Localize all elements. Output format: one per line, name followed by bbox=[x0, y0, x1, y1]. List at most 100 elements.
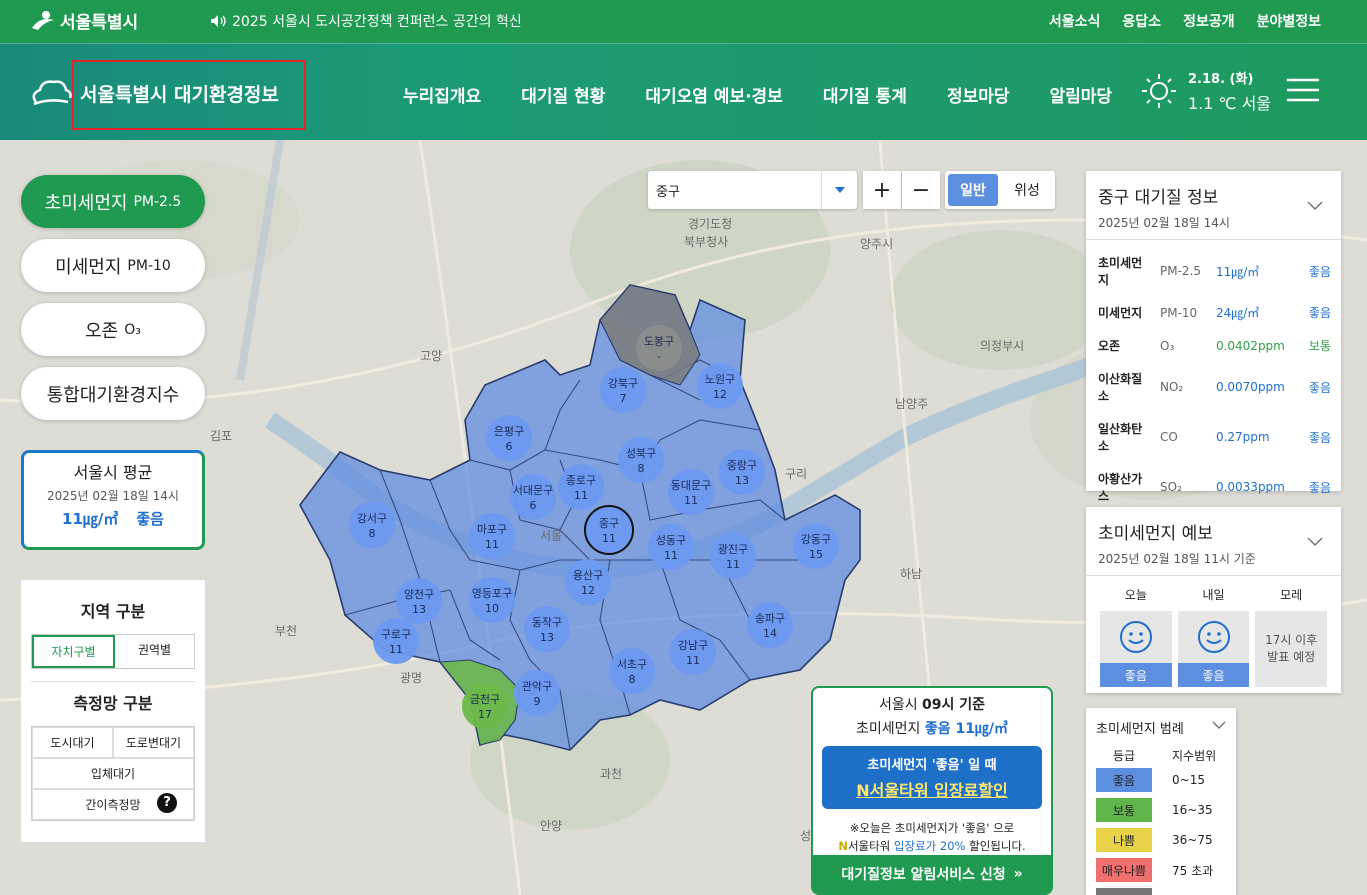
pm25-label: 초미세먼지 bbox=[44, 192, 128, 214]
district-value: 11 bbox=[686, 654, 700, 667]
district-marker[interactable] bbox=[710, 533, 756, 579]
legend-col-grade: 등급 bbox=[1112, 748, 1136, 763]
help-icon[interactable]: ? bbox=[157, 793, 177, 813]
nav-forecast-alert[interactable]: 대기오염 예보·경보 bbox=[645, 82, 783, 107]
district-marker[interactable] bbox=[469, 577, 515, 623]
district-marker[interactable] bbox=[618, 437, 664, 483]
district-marker[interactable] bbox=[558, 464, 604, 510]
promo-banner[interactable]: 초미세먼지 '좋음' 일 때 N서울타워 입장료할인 bbox=[822, 746, 1042, 809]
notice-text: 2025 서울시 도시공간정책 컨퍼런스 공간의 혁신 bbox=[232, 14, 522, 30]
link-response[interactable]: 응답소 bbox=[1122, 11, 1161, 31]
promo-line2-b: 좋음 11㎍/㎥ bbox=[924, 721, 1009, 737]
district-value: 11 bbox=[664, 549, 678, 562]
district-name: 광진구 bbox=[718, 543, 748, 556]
promo-note1: ※오늘은 초미세먼지가 '좋음' 으로 bbox=[849, 821, 1015, 835]
nav-statistics[interactable]: 대기질 통계 bbox=[823, 82, 907, 107]
info-pollutant-value: 0.0402ppm bbox=[1215, 338, 1285, 353]
pm10-button[interactable]: 미세먼지 PM-10 bbox=[21, 239, 205, 292]
pm10-sub: PM-10 bbox=[127, 257, 171, 274]
district-marker[interactable] bbox=[510, 474, 556, 520]
district-marker[interactable] bbox=[670, 629, 716, 675]
district-marker[interactable] bbox=[469, 513, 515, 559]
zoom-in-button[interactable]: + bbox=[863, 171, 901, 209]
district-marker[interactable] bbox=[584, 505, 634, 555]
district-value: 11 bbox=[389, 643, 403, 656]
chevron-down-icon[interactable] bbox=[821, 171, 857, 209]
district-marker[interactable] bbox=[600, 367, 646, 413]
nav-notice[interactable]: 알림마당 bbox=[1050, 82, 1113, 107]
district-name: 성북구 bbox=[626, 447, 656, 460]
legend-panel: 초미세먼지 범례 등급 지수범위 좋음 0~15 보통 16~35 나쁨 36~75 매우나쁨… bbox=[1086, 708, 1236, 895]
info-pollutant-value: 0.0070ppm bbox=[1215, 380, 1285, 394]
district-marker[interactable] bbox=[396, 578, 442, 624]
map-area[interactable]: 경기도청 북부청사 양주시 의정부시 서울 구리 남양주 하남 광명 과천 안양… bbox=[0, 140, 1367, 895]
legend-swatch: 점검중 bbox=[1096, 888, 1152, 895]
district-marker[interactable] bbox=[349, 502, 395, 548]
map-type-satellite[interactable]: 위성 bbox=[1002, 174, 1052, 206]
district-value: 13 bbox=[735, 474, 749, 487]
legend-grade: 좋음 bbox=[1112, 773, 1136, 788]
district-marker[interactable] bbox=[373, 618, 419, 664]
info-row: 아황산가스 SO₂ 0.0033ppm 좋음 bbox=[1086, 462, 1341, 512]
district-marker[interactable] bbox=[524, 606, 570, 652]
district-marker[interactable] bbox=[514, 670, 560, 716]
legend-range: 0~15 bbox=[1172, 773, 1205, 787]
chevron-down-icon[interactable] bbox=[1212, 718, 1226, 737]
ozone-button[interactable]: 오존 O₃ bbox=[21, 303, 205, 356]
chevron-down-icon[interactable] bbox=[1307, 195, 1323, 214]
top-bar: 서울특별시 2025 서울시 도시공간정책 컨퍼런스 공간의 혁신 서울소식 응… bbox=[0, 0, 1367, 43]
avg-value: 11㎍/㎥ bbox=[62, 510, 119, 528]
pm25-button[interactable]: 초미세먼지 PM-2.5 bbox=[21, 175, 205, 228]
weather-widget: 2.18. (화) 1.1 ℃ 서울 bbox=[1140, 68, 1271, 114]
info-pollutant-grade: 좋음 bbox=[1308, 306, 1331, 320]
district-marker[interactable] bbox=[668, 469, 714, 515]
district-marker[interactable] bbox=[565, 559, 611, 605]
district-marker[interactable] bbox=[609, 648, 655, 694]
district-marker[interactable] bbox=[462, 683, 508, 729]
district-marker[interactable] bbox=[719, 449, 765, 495]
place-label: 하남 bbox=[900, 567, 922, 581]
info-title: 중구 대기질 정보 bbox=[1098, 188, 1219, 208]
district-marker[interactable] bbox=[636, 325, 682, 371]
district-value: 8 bbox=[369, 527, 376, 540]
forecast-title: 초미세먼지 예보 bbox=[1098, 524, 1213, 544]
district-name: 마포구 bbox=[477, 523, 507, 536]
nav-overview[interactable]: 누리집개요 bbox=[403, 82, 481, 107]
zoom-out-button[interactable]: − bbox=[902, 171, 940, 209]
network-urban[interactable]: 도시대기 bbox=[32, 727, 113, 758]
legend-range: 16~35 bbox=[1172, 803, 1213, 817]
link-info-disclosure[interactable]: 정보공개 bbox=[1183, 11, 1235, 31]
district-name: 강서구 bbox=[357, 512, 387, 525]
network-roadside[interactable]: 도로변대기 bbox=[113, 727, 194, 758]
district-marker[interactable] bbox=[648, 524, 694, 570]
network-3d[interactable]: 입체대기 bbox=[32, 758, 194, 789]
cloud-logo-icon bbox=[32, 80, 72, 106]
info-row: 이산화질소 NO₂ 0.0070ppm 좋음 bbox=[1086, 362, 1341, 412]
district-name: 중랑구 bbox=[727, 459, 757, 472]
district-name: 은평구 bbox=[494, 425, 524, 438]
notice-ticker[interactable]: 2025 서울시 도시공간정책 컨퍼런스 공간의 혁신 bbox=[210, 11, 522, 31]
nav-info[interactable]: 정보마당 bbox=[947, 82, 1010, 107]
info-row: 초미세먼지 PM-2.5 11㎍/㎥ 좋음 bbox=[1086, 246, 1341, 296]
district-marker[interactable] bbox=[486, 415, 532, 461]
alert-service-button[interactable]: 대기질정보 알림서비스 신청 » bbox=[813, 855, 1051, 893]
link-seoul-news[interactable]: 서울소식 bbox=[1049, 11, 1101, 31]
tab-by-district[interactable]: 자치구별 bbox=[32, 635, 115, 668]
district-marker[interactable] bbox=[747, 602, 793, 648]
district-value: 11 bbox=[726, 558, 740, 571]
tab-by-zone[interactable]: 권역별 bbox=[115, 635, 194, 668]
district-marker[interactable] bbox=[793, 523, 839, 569]
map-type-normal[interactable]: 일반 bbox=[948, 174, 998, 206]
hamburger-menu-icon[interactable] bbox=[1287, 78, 1319, 106]
cai-button[interactable]: 통합대기환경지수 bbox=[21, 367, 205, 420]
link-field-info[interactable]: 분야별정보 bbox=[1257, 11, 1321, 31]
network-simple[interactable]: 간이측정망 ? bbox=[32, 789, 194, 820]
district-value: 15 bbox=[809, 548, 823, 561]
pm25-sub: PM-2.5 bbox=[133, 193, 182, 210]
pm10-label: 미세먼지 bbox=[55, 256, 122, 278]
chevron-down-icon[interactable] bbox=[1307, 531, 1323, 550]
nav-air-quality[interactable]: 대기질 현황 bbox=[521, 82, 605, 107]
district-marker[interactable] bbox=[697, 363, 743, 409]
district-select[interactable]: 중구 bbox=[648, 171, 857, 209]
seoul-logo[interactable]: 서울특별시 bbox=[30, 8, 138, 33]
